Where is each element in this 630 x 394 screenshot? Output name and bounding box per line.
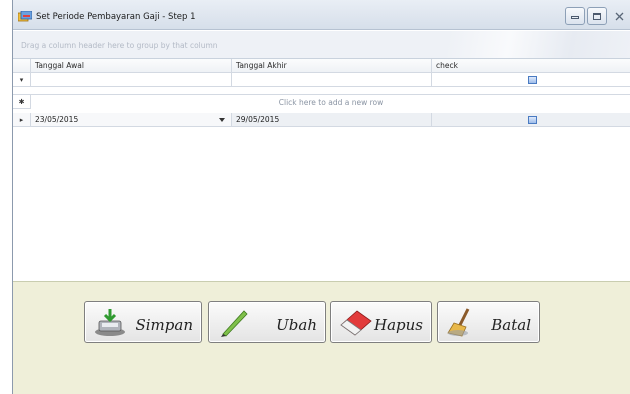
eraser-icon [340, 310, 372, 336]
chevron-down-icon[interactable] [219, 118, 225, 122]
title-bar[interactable]: Set Periode Pembayaran Gaji - Step 1 [13, 0, 630, 30]
main-window: Set Periode Pembayaran Gaji - Step 1 Dra… [12, 0, 630, 394]
new-row-indicator: ✱ [13, 95, 31, 109]
cell-tanggal-awal[interactable]: 23/05/2015 [31, 113, 232, 127]
tanggal-akhir-value: 29/05/2015 [236, 115, 280, 124]
batal-button[interactable]: Batal [437, 301, 540, 343]
hapus-button[interactable]: Hapus [330, 301, 432, 343]
data-grid: Tanggal Awal Tanggal Akhir check ▾ ✱ Cli… [13, 59, 630, 281]
filter-row: ▾ [13, 73, 630, 87]
grid-header-row: Tanggal Awal Tanggal Akhir check [13, 59, 630, 73]
broom-icon [447, 308, 470, 337]
ubah-label: Ubah [276, 316, 317, 334]
column-header-check[interactable]: check [432, 59, 630, 73]
app-form-icon [18, 11, 32, 22]
filter-cell-tanggal-akhir[interactable] [232, 73, 432, 87]
group-by-panel[interactable]: Drag a column header here to group by th… [13, 31, 630, 59]
new-row-hint: Click here to add a new row [278, 97, 384, 107]
pencil-icon [221, 310, 248, 337]
simpan-button[interactable]: Simpan [84, 301, 202, 343]
column-header-tanggal-akhir[interactable]: Tanggal Akhir [232, 59, 432, 73]
header-corner [13, 59, 31, 73]
current-row-indicator: ▸ [13, 113, 31, 127]
maximize-icon [593, 12, 601, 20]
filter-cell-tanggal-awal[interactable] [31, 73, 232, 87]
batal-label: Batal [491, 316, 531, 334]
minimize-icon [571, 15, 579, 19]
hapus-label: Hapus [374, 316, 423, 334]
close-button[interactable] [609, 7, 629, 25]
ubah-button[interactable]: Ubah [208, 301, 326, 343]
group-by-hint: Drag a column header here to group by th… [21, 41, 218, 50]
close-icon [615, 12, 623, 20]
button-panel: Simpan Ubah Hapus Batal [13, 281, 630, 394]
filter-cell-check[interactable] [432, 73, 630, 87]
cell-check[interactable] [432, 113, 630, 127]
tanggal-awal-value: 23/05/2015 [35, 115, 79, 124]
window-title: Set Periode Pembayaran Gaji - Step 1 [36, 12, 196, 22]
maximize-button[interactable] [587, 7, 607, 25]
filter-checkbox[interactable] [527, 75, 537, 84]
cell-tanggal-akhir[interactable]: 29/05/2015 [232, 113, 432, 127]
table-row[interactable]: ▸ 23/05/2015 29/05/2015 [13, 113, 630, 127]
minimize-button[interactable] [565, 7, 585, 25]
filter-row-indicator: ▾ [13, 73, 31, 87]
row-checkbox[interactable] [527, 115, 537, 124]
simpan-label: Simpan [135, 316, 193, 334]
save-icon [95, 309, 125, 336]
column-header-tanggal-awal[interactable]: Tanggal Awal [31, 59, 232, 73]
new-row[interactable]: ✱ Click here to add a new row [13, 94, 630, 109]
